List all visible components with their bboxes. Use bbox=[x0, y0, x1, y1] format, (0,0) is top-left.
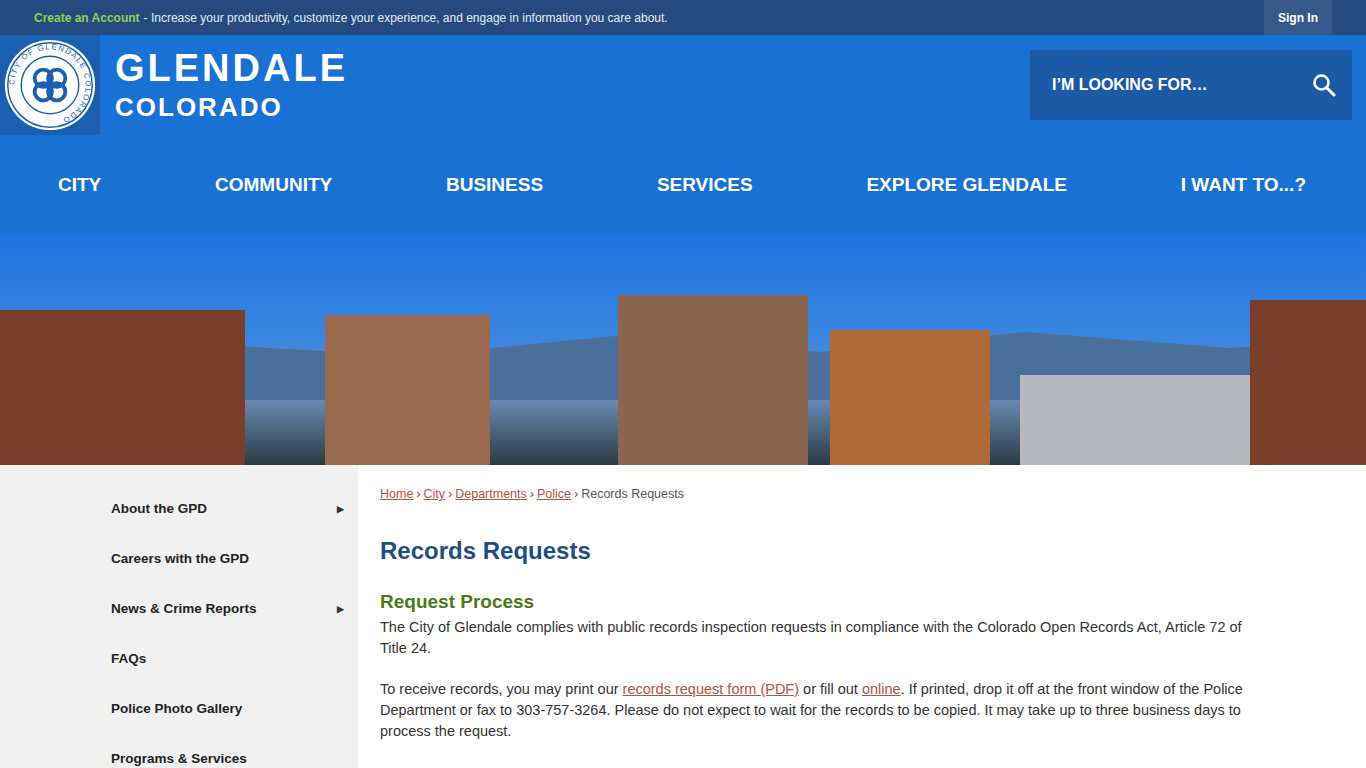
logo[interactable]: CITY OF GLENDALE COLORADO bbox=[0, 35, 100, 135]
breadcrumb-separator: › bbox=[416, 487, 420, 501]
sidebar: About the GPD▶Careers with the GPDNews &… bbox=[0, 465, 358, 768]
sidebar-item[interactable]: FAQs bbox=[0, 651, 358, 701]
sidebar-item[interactable]: About the GPD▶ bbox=[0, 501, 358, 551]
breadcrumb-link[interactable]: Departments bbox=[455, 487, 527, 501]
page: Create an Account - Increase your product… bbox=[0, 0, 1366, 768]
section-title: Request Process bbox=[380, 591, 1256, 613]
city-seal-icon: CITY OF GLENDALE COLORADO bbox=[2, 37, 98, 133]
nav-item[interactable]: BUSINESS bbox=[446, 174, 543, 196]
paragraph: The City of Glendale complies with publi… bbox=[380, 617, 1256, 659]
sidebar-item[interactable]: News & Crime Reports▶ bbox=[0, 601, 358, 651]
body: About the GPD▶Careers with the GPDNews &… bbox=[0, 465, 1366, 768]
account-message: Create an Account - Increase your product… bbox=[34, 11, 668, 25]
skyline bbox=[0, 290, 1366, 465]
nav-item[interactable]: COMMUNITY bbox=[215, 174, 332, 196]
nav-item[interactable]: SERVICES bbox=[657, 174, 753, 196]
sidebar-item[interactable]: Programs & Services bbox=[0, 751, 358, 768]
breadcrumb-separator: › bbox=[448, 487, 452, 501]
breadcrumb: Home›City›Departments›Police›Records Req… bbox=[380, 487, 1256, 501]
search-input[interactable] bbox=[1050, 75, 1312, 95]
page-title: Records Requests bbox=[380, 537, 1256, 565]
site-subtitle[interactable]: COLORADO bbox=[115, 90, 348, 124]
nav-item[interactable]: CITY bbox=[58, 174, 101, 196]
breadcrumb-link[interactable]: City bbox=[424, 487, 446, 501]
breadcrumb-link[interactable]: Police bbox=[537, 487, 571, 501]
nav-item[interactable]: I WANT TO...? bbox=[1181, 174, 1306, 196]
brand-text[interactable]: GLENDALECOLORADO bbox=[115, 46, 348, 124]
paragraph: To receive records, you may print our re… bbox=[380, 679, 1256, 742]
breadcrumb-separator: › bbox=[574, 487, 578, 501]
main-nav: CITY COMMUNITY BUSINESS SERVICES EXPLORE GLE… bbox=[0, 135, 1366, 235]
submenu-arrow-icon[interactable]: ▶ bbox=[337, 601, 344, 614]
hero-photo bbox=[0, 235, 1366, 465]
site-title[interactable]: GLENDALE bbox=[115, 46, 348, 90]
account-message-text: - Increase your productivity, customize … bbox=[144, 11, 668, 25]
nav-item[interactable]: EXPLORE GLENDALE bbox=[866, 174, 1067, 196]
sidebar-item[interactable]: Police Photo Gallery bbox=[0, 701, 358, 751]
breadcrumb-link[interactable]: Home bbox=[380, 487, 413, 501]
sidebar-item[interactable]: Careers with the GPD bbox=[0, 551, 358, 601]
breadcrumb-current: Records Requests bbox=[581, 487, 684, 501]
svg-text:CITY OF GLENDALE COLORADO: CITY OF GLENDALE COLORADO bbox=[7, 42, 92, 125]
submenu-arrow-icon[interactable]: ▶ bbox=[337, 501, 344, 514]
content: Home›City›Departments›Police›Records Req… bbox=[358, 465, 1366, 768]
sign-in-button[interactable]: Sign In bbox=[1264, 0, 1332, 35]
top-bar: Create an Account - Increase your product… bbox=[0, 0, 1366, 35]
search-box[interactable] bbox=[1030, 50, 1352, 120]
inline-link[interactable]: records request form (PDF) bbox=[623, 681, 799, 697]
header: CITY OF GLENDALE COLORADO GLENDALECOLORAD… bbox=[0, 35, 1366, 135]
brand[interactable]: CITY OF GLENDALE COLORADO GLENDALECOLORAD… bbox=[0, 35, 348, 135]
breadcrumb-separator: › bbox=[530, 487, 534, 501]
create-account-link[interactable]: Create an Account bbox=[34, 11, 140, 25]
magnifier-icon[interactable] bbox=[1312, 73, 1336, 97]
inline-link[interactable]: online bbox=[862, 681, 901, 697]
